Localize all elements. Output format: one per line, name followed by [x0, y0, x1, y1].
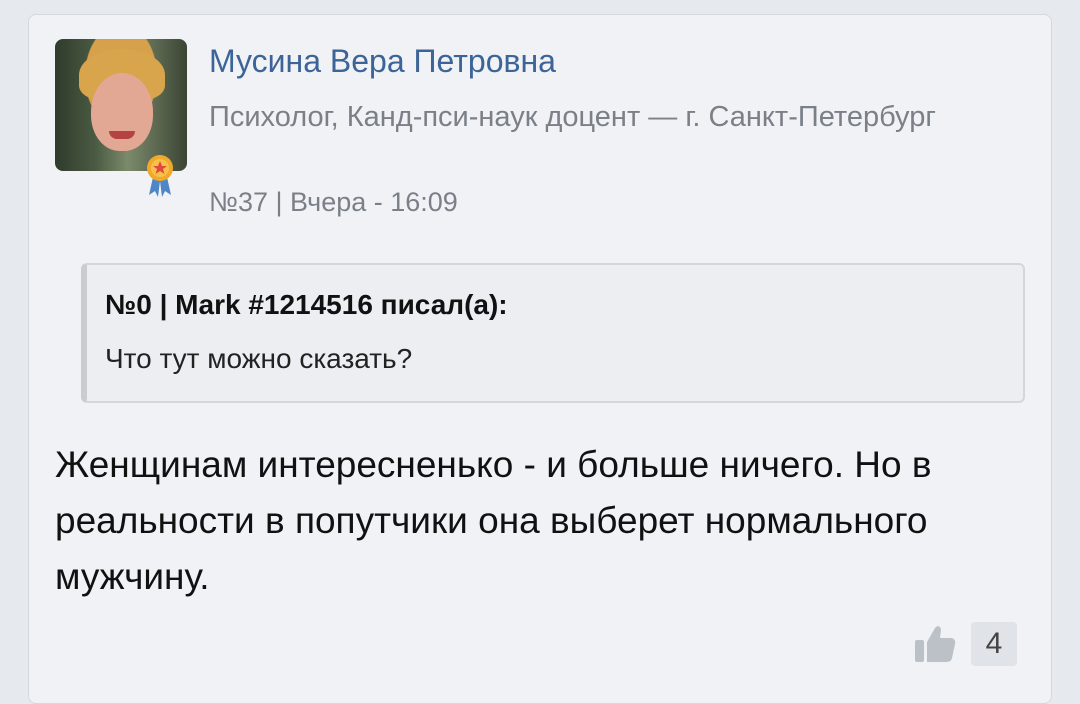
- author-role: Психолог, Канд-пси-наук доцент — г. Санк…: [209, 101, 936, 133]
- quote-block: №0 | Mark #1214516 писал(а): Что тут мож…: [81, 263, 1025, 403]
- like-area: 4: [913, 621, 1017, 667]
- quote-text: Что тут можно сказать?: [105, 343, 413, 374]
- avatar[interactable]: [55, 39, 187, 171]
- award-ribbon-icon: [147, 155, 173, 197]
- post-card: Мусина Вера Петровна Психолог, Канд-пси-…: [28, 14, 1052, 704]
- quote-header: №0 | Mark #1214516 писал(а):: [105, 289, 508, 320]
- post-meta: №37 | Вчера - 16:09: [209, 187, 458, 217]
- post-body: Женщинам интересненько - и больше ничего…: [55, 444, 932, 597]
- thumbs-up-icon[interactable]: [913, 622, 957, 666]
- author-name[interactable]: Мусина Вера Петровна: [209, 43, 556, 80]
- like-count: 4: [971, 622, 1017, 666]
